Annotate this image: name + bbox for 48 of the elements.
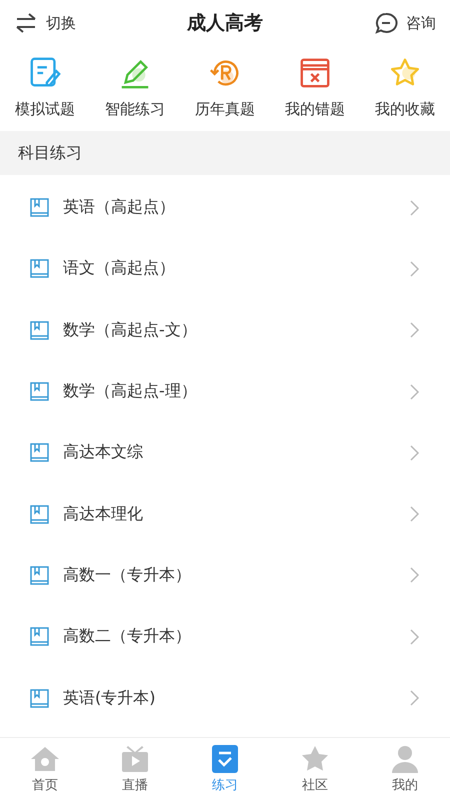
book-icon <box>30 504 49 524</box>
swap-icon <box>14 12 38 34</box>
shortcut-button[interactable]: 我的收藏 <box>375 56 435 119</box>
chevron-icon <box>410 567 420 584</box>
subject-item[interactable]: 高数二（专升本） <box>0 606 450 668</box>
chevron-icon <box>410 506 420 522</box>
book-icon <box>30 566 49 585</box>
chevron-icon <box>410 628 420 645</box>
subject-item[interactable]: 高达本文综 <box>0 422 450 484</box>
home-icon <box>30 744 60 772</box>
shortcut-button[interactable]: 模拟试题 <box>15 56 75 119</box>
shortcut-button[interactable]: 智能练习 <box>105 56 165 119</box>
chevron-icon <box>410 444 420 461</box>
chat-bubble-icon <box>374 12 398 34</box>
subject-item[interactable]: 语文（高起点） <box>0 238 450 300</box>
tv-icon <box>120 744 150 772</box>
chevron-icon <box>410 690 420 706</box>
chevron-icon <box>410 260 420 277</box>
tab[interactable]: 直播 <box>90 738 180 800</box>
book-icon <box>30 198 49 218</box>
person-icon <box>390 744 420 772</box>
book-icon <box>30 688 49 708</box>
tab[interactable]: 我的 <box>360 738 450 800</box>
book-icon <box>30 627 49 646</box>
subject-item[interactable]: 数学（高起点-文） <box>0 300 450 361</box>
consult-button[interactable]: 咨询 <box>356 12 436 34</box>
checklist-icon <box>210 744 240 772</box>
book-icon <box>30 382 49 402</box>
tab[interactable]: 首页 <box>0 738 90 800</box>
wrong-book-icon <box>298 56 332 90</box>
chevron-icon <box>410 200 420 216</box>
subject-item[interactable]: 高数一（专升本） <box>0 544 450 606</box>
subject-item[interactable]: 高达本理化 <box>0 483 450 545</box>
subject-item[interactable]: 英语（高起点） <box>0 177 450 238</box>
subject-item[interactable]: 英语(专升本) <box>0 667 450 729</box>
shortcut-button[interactable]: 历年真题 <box>195 56 255 119</box>
star-icon <box>300 744 330 772</box>
chevron-icon <box>410 384 420 400</box>
chevron-icon <box>410 322 420 338</box>
subject-item[interactable]: 数学（高起点-理） <box>0 360 450 422</box>
section-title: 科目练习 <box>0 131 450 175</box>
book-icon <box>30 320 49 340</box>
tab[interactable]: 社区 <box>270 738 360 800</box>
shortcut-button[interactable]: 我的错题 <box>285 56 345 119</box>
switch-button[interactable]: 切换 <box>14 12 94 34</box>
book-icon <box>30 259 49 278</box>
page-title: 成人高考 <box>187 11 263 36</box>
book-icon <box>30 443 49 462</box>
